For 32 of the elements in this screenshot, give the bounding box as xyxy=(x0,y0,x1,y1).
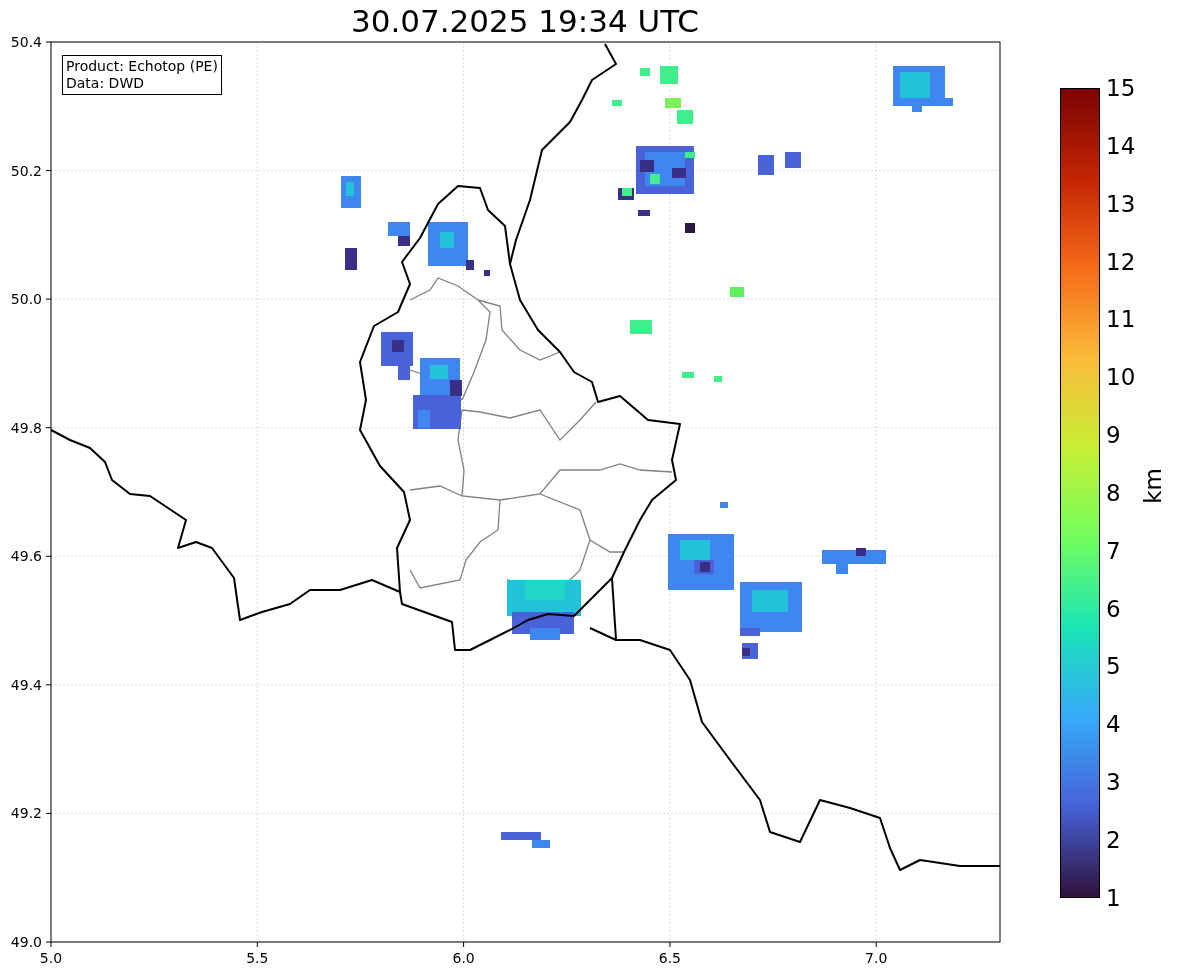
info-text: Product: Echotop (PE) xyxy=(66,58,218,75)
y-axis-label: 49.8 xyxy=(10,419,42,436)
y-axis-label: 50.4 xyxy=(10,34,42,50)
colorbar-tick-label: 8 xyxy=(1106,478,1122,507)
x-axis-label: 6.5 xyxy=(658,950,682,966)
colorbar-tick-label: 5 xyxy=(1106,652,1122,681)
colorbar-tick-label: 9 xyxy=(1106,421,1122,450)
colorbar-tick-label: 11 xyxy=(1106,305,1136,334)
colorbar-tick-label: 6 xyxy=(1106,594,1122,623)
y-axis-label: 50.2 xyxy=(10,162,42,179)
y-axis-label: 50.0 xyxy=(10,291,42,308)
colorbar-tick-label: 3 xyxy=(1106,768,1122,797)
colorbar-tick-label: 15 xyxy=(1106,74,1136,102)
x-axis-label: 5.0 xyxy=(39,950,63,966)
colorbar-tick-label: 7 xyxy=(1106,536,1122,565)
y-axis-label: 49.0 xyxy=(10,934,42,950)
x-axis-label: 5.5 xyxy=(246,950,269,966)
x-axis-label: 6.0 xyxy=(452,950,475,966)
colorbar-tick-label: 4 xyxy=(1106,710,1122,739)
colorbar-tick-label: 14 xyxy=(1106,131,1136,160)
y-axis-label: 49.6 xyxy=(10,548,42,565)
colorbar-tick-label: 1 xyxy=(1106,883,1122,912)
y-axis-label: 49.4 xyxy=(10,676,42,693)
chart-title: 30.07.2025 19:34 UTC xyxy=(351,2,699,40)
colorbar-tick-label: 13 xyxy=(1106,189,1136,218)
x-axis-label: 7.0 xyxy=(865,950,888,966)
colorbar-tick-label: 2 xyxy=(1106,825,1122,854)
colorbar-tick-label: 10 xyxy=(1106,363,1136,392)
y-axis-label: 49.2 xyxy=(10,805,42,822)
info-text: Data: DWD xyxy=(66,75,145,92)
colorbar-unit-label: km xyxy=(1139,468,1168,504)
colorbar-tick-label: 12 xyxy=(1106,247,1136,276)
